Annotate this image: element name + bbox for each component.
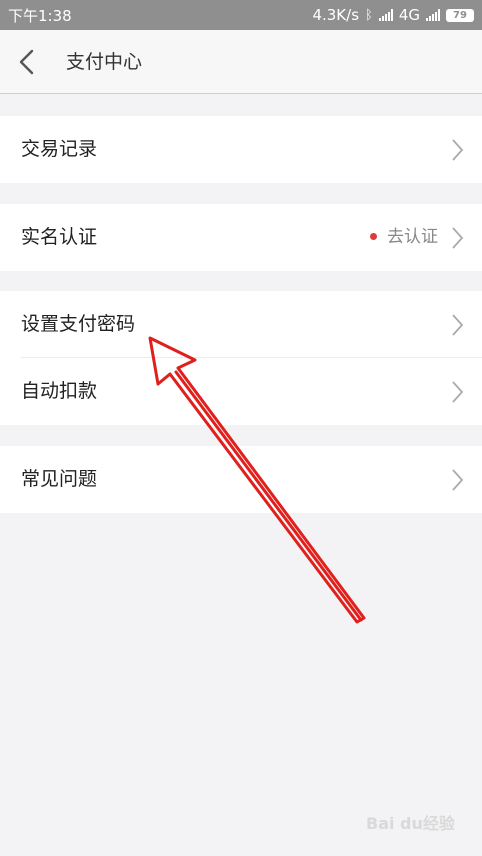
menu-item-auto-debit[interactable]: 自动扣款 <box>0 358 482 425</box>
signal-icon <box>378 9 393 21</box>
menu-item-faq[interactable]: 常见问题 <box>0 446 482 513</box>
menu-item-label: 实名认证 <box>21 226 98 248</box>
group-faq: 常见问题 <box>0 446 482 513</box>
network-speed: 4.3K/s <box>312 6 360 24</box>
bluetooth-icon: ᛒ <box>365 7 373 23</box>
battery-icon: 79 <box>446 8 474 22</box>
chevron-right-icon <box>452 314 464 336</box>
menu-item-label: 常见问题 <box>21 468 98 490</box>
network-type: 4G <box>398 6 420 24</box>
verify-status-text: 去认证 <box>387 227 438 247</box>
verify-status: 去认证 <box>370 204 438 271</box>
back-arrow-icon[interactable] <box>14 48 42 76</box>
page-title: 支付中心 <box>66 51 143 73</box>
menu-item-transaction-records[interactable]: 交易记录 <box>0 116 482 183</box>
status-right: 4.3K/s ᛒ 4G 79 <box>312 6 474 24</box>
red-dot-icon <box>370 233 377 240</box>
chevron-right-icon <box>452 381 464 403</box>
group-payment-settings: 设置支付密码 自动扣款 <box>0 291 482 425</box>
chevron-right-icon <box>452 469 464 491</box>
status-time: 下午1:38 <box>8 6 72 25</box>
menu-item-label: 交易记录 <box>21 138 98 160</box>
chevron-right-icon <box>452 227 464 249</box>
status-bar: 下午1:38 4.3K/s ᛒ 4G 79 <box>0 0 482 30</box>
menu-item-label: 设置支付密码 <box>21 313 136 335</box>
menu-item-set-payment-password[interactable]: 设置支付密码 <box>0 291 482 358</box>
menu-item-label: 自动扣款 <box>21 380 98 402</box>
watermark: Bai du经验 <box>366 814 455 833</box>
signal-icon-2 <box>426 9 440 21</box>
group-transactions: 交易记录 <box>0 116 482 183</box>
header-bar: 支付中心 <box>0 30 482 94</box>
menu-item-real-name-verification[interactable]: 实名认证 去认证 <box>0 204 482 271</box>
chevron-right-icon <box>452 139 464 161</box>
group-real-name: 实名认证 去认证 <box>0 204 482 271</box>
